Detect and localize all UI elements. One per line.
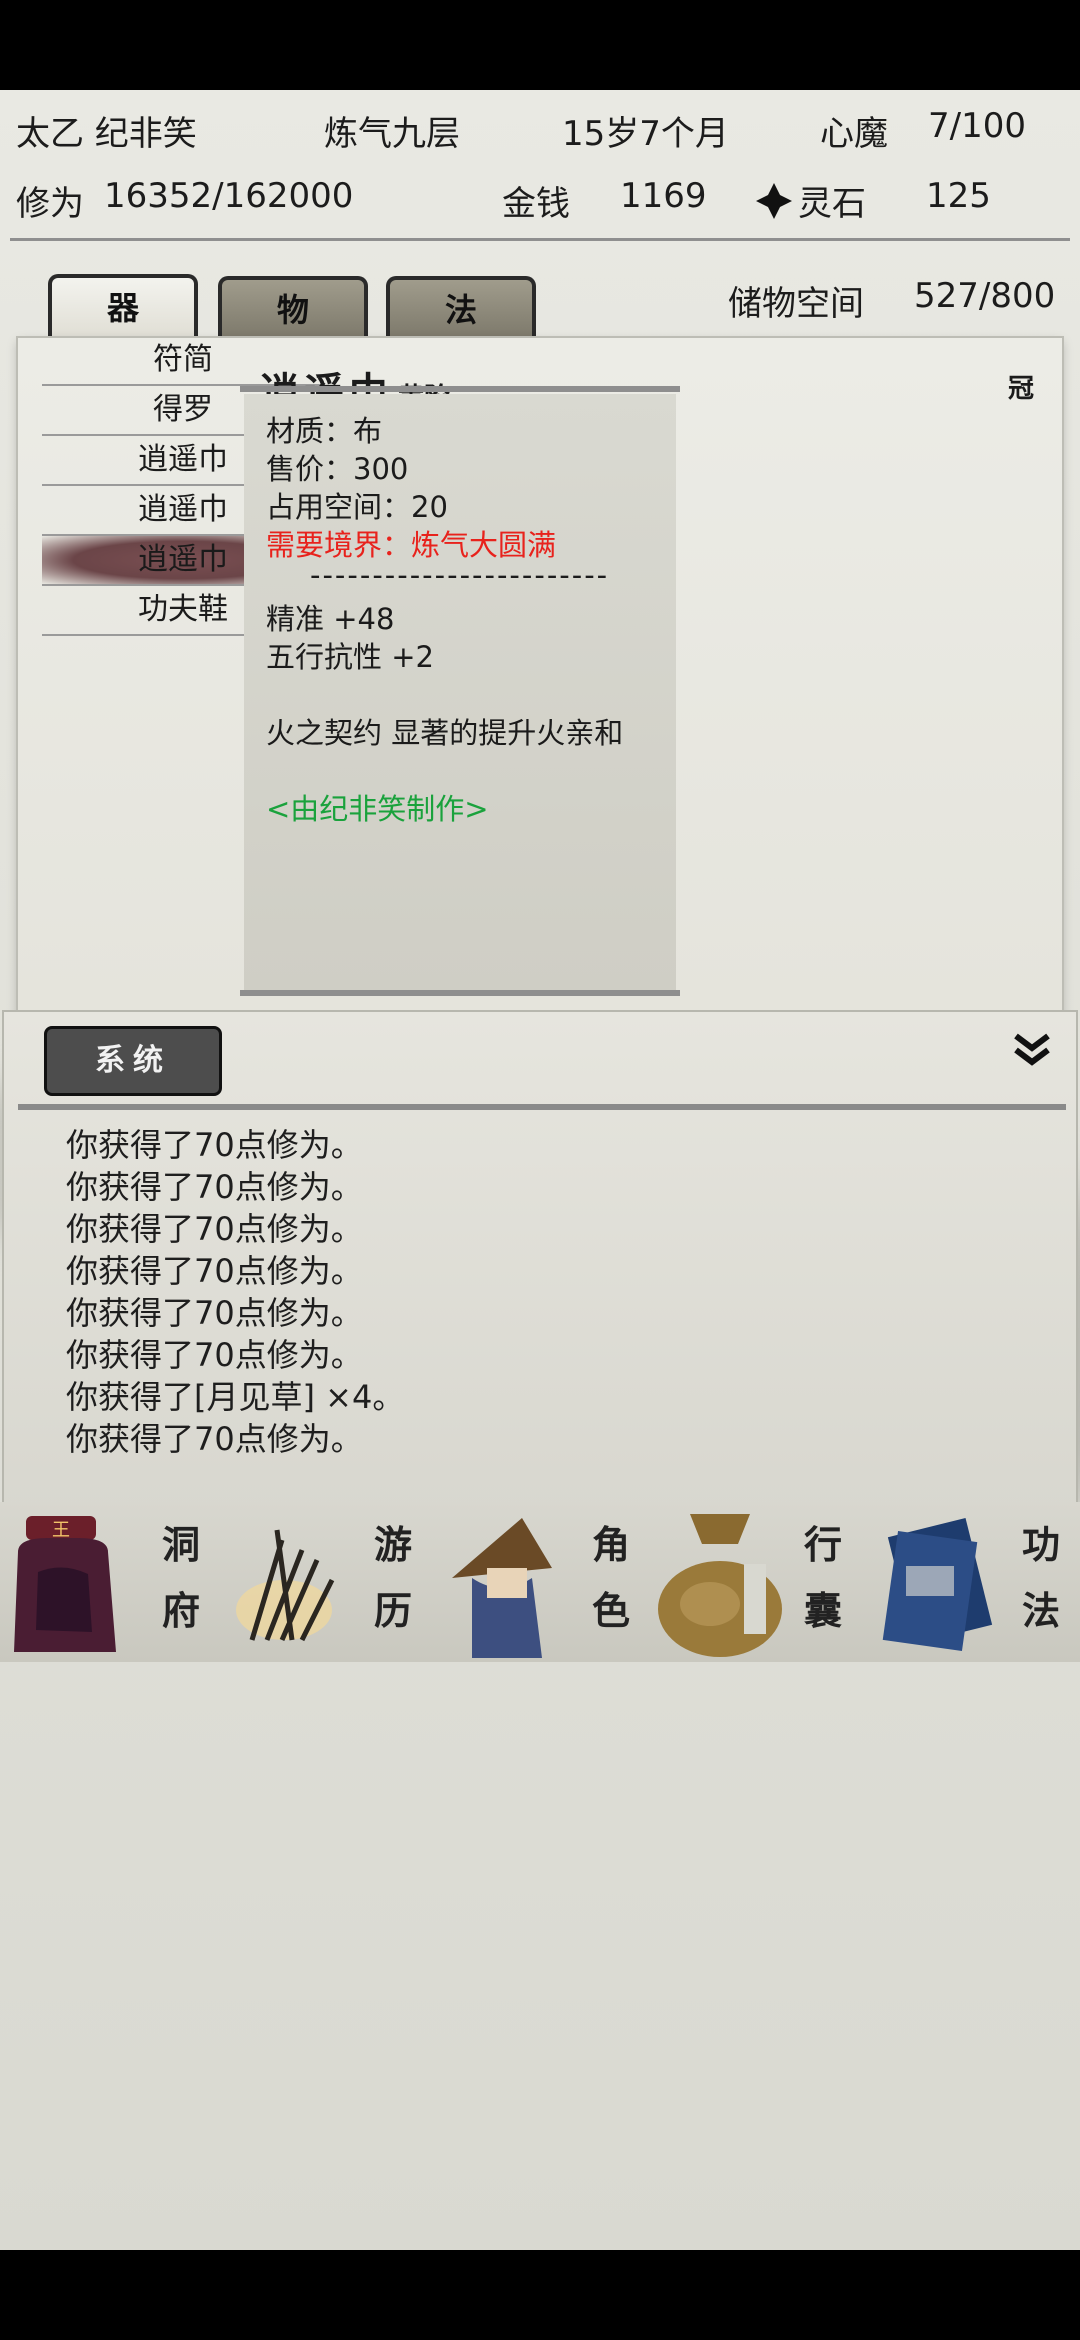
item-description: 材质：布 售价：300 占用空间：20 需要境界：炼气大圆满 ---------… [244, 394, 676, 990]
item-stat: 五行抗性 +2 [266, 640, 434, 674]
system-tab-button[interactable]: 系统 [44, 1026, 222, 1096]
item-space: 占用空间：20 [266, 490, 448, 524]
cave-manor-icon: 王 [14, 1516, 116, 1652]
technique-icon [882, 1517, 993, 1652]
realm-text: 炼气九层 [324, 114, 460, 154]
character-name: 太乙 纪非笑 [16, 114, 197, 154]
detail-bottom-bar [240, 990, 680, 996]
nav-label: 游 [373, 1522, 412, 1567]
spirit-stone-icon [754, 181, 794, 230]
bottom-nav: 王 洞 府 游 历 角 色 行 囊 功 法 [0, 1502, 1080, 1662]
log-divider [18, 1104, 1066, 1110]
nav-travel[interactable]: 游 历 [216, 1502, 432, 1662]
nav-cave-manor[interactable]: 王 洞 府 [0, 1502, 216, 1662]
separator: ------------------------ [310, 558, 610, 592]
nav-label: 洞 [161, 1522, 200, 1567]
nav-label: 历 [373, 1588, 412, 1633]
item-price: 售价：300 [266, 452, 409, 486]
item-slot: 冠 [1007, 374, 1034, 404]
spirit-stone: 灵石 [754, 176, 866, 230]
storage-value: 527/800 [914, 276, 1056, 316]
bag-icon [658, 1514, 782, 1657]
log-line: 你获得了70点修为。 [66, 1126, 363, 1164]
nav-label: 囊 [803, 1588, 842, 1633]
inventory-panel: 符简 得罗 逍遥巾 逍遥巾 逍遥巾 功夫鞋 逍遥巾黄阶 冠 材质：布 售价：30… [18, 338, 1062, 1084]
game-screen: 太乙 纪非笑 炼气九层 15岁7个月 心魔 7/100 修为 16352/162… [0, 90, 1080, 2250]
nav-label: 色 [591, 1588, 630, 1633]
character-icon [452, 1518, 552, 1658]
header-divider [10, 238, 1070, 241]
demon-label: 心魔 [820, 114, 888, 154]
svg-text:王: 王 [52, 1520, 70, 1541]
log-line: 你获得了70点修为。 [66, 1252, 363, 1290]
tab-items[interactable]: 物 [218, 276, 368, 340]
item-maker: <由纪非笑制作> [266, 792, 489, 826]
nav-bag[interactable]: 行 囊 [648, 1502, 864, 1662]
nav-label: 行 [803, 1522, 842, 1567]
log-line: 你获得了70点修为。 [66, 1420, 363, 1458]
item-effect: 火之契约 显著的提升火亲和 [266, 716, 624, 750]
nav-label: 府 [161, 1588, 200, 1633]
travel-icon [236, 1529, 335, 1642]
detail-top-bar [240, 386, 680, 392]
nav-label: 功 [1021, 1522, 1060, 1567]
nav-technique[interactable]: 功 法 [864, 1502, 1080, 1662]
log-line: 你获得了70点修为。 [66, 1210, 363, 1248]
tab-equipment[interactable]: 器 [48, 274, 198, 344]
nav-character[interactable]: 角 色 [432, 1502, 648, 1662]
item-stat: 精准 +48 [266, 602, 395, 636]
log-line: 你获得了[月见草] ×4。 [66, 1378, 405, 1416]
money-value: 1169 [620, 176, 707, 216]
collapse-chevron-icon[interactable] [1012, 1032, 1052, 1068]
storage-label: 储物空间 [728, 284, 864, 324]
nav-label: 角 [591, 1522, 630, 1567]
log-line: 你获得了70点修为。 [66, 1294, 363, 1332]
cultivation-value: 16352/162000 [104, 176, 354, 216]
demon-value: 7/100 [928, 106, 1026, 146]
log-line: 你获得了70点修为。 [66, 1336, 363, 1374]
age-text: 15岁7个月 [562, 114, 729, 154]
nav-label: 法 [1021, 1588, 1060, 1633]
message-log: 系统 你获得了70点修为。 你获得了70点修为。 你获得了70点修为。 你获得了… [4, 1012, 1076, 1512]
tab-techniques[interactable]: 法 [386, 276, 536, 340]
log-line: 你获得了70点修为。 [66, 1168, 363, 1206]
money-label: 金钱 [502, 184, 570, 224]
cultivation-label: 修为 [16, 184, 84, 224]
spirit-value: 125 [926, 176, 991, 216]
item-material: 材质：布 [266, 414, 383, 448]
status-header: 太乙 纪非笑 炼气九层 15岁7个月 心魔 7/100 修为 16352/162… [0, 90, 1080, 240]
spirit-label: 灵石 [798, 184, 866, 224]
